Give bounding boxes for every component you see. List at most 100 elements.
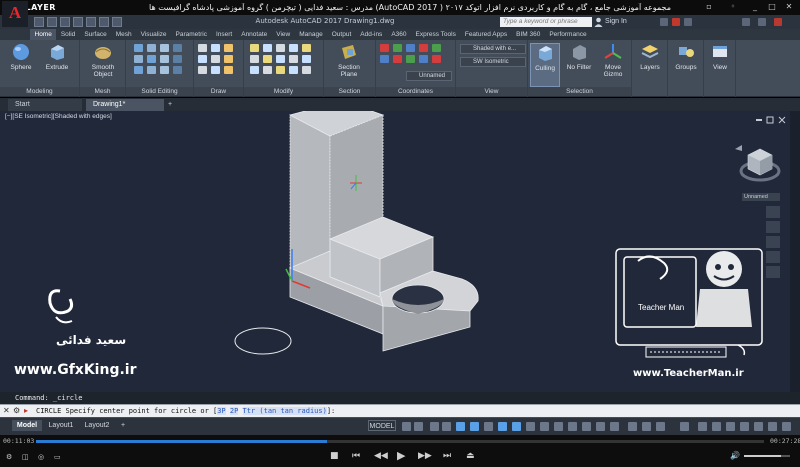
application-menu-button[interactable]: A [2, 1, 28, 27]
customize-icon[interactable]: ⚙ [13, 406, 20, 415]
tab-view[interactable]: View [272, 29, 295, 40]
ucs-x-icon[interactable] [419, 44, 428, 52]
ucs-face-icon[interactable] [432, 55, 441, 63]
interfere-icon[interactable] [134, 55, 143, 63]
vr-icon[interactable]: ◎ [38, 453, 44, 461]
section-plane-button[interactable]: Section Plane [334, 43, 364, 78]
settings-icon[interactable]: ⚙ [6, 453, 12, 461]
ucs-origin-icon[interactable] [406, 44, 415, 52]
tab-bim-360[interactable]: BIM 360 [512, 29, 545, 40]
forward-icon[interactable]: ▶▶ [418, 451, 432, 461]
skin-icon[interactable]: ◦ [728, 2, 738, 12]
stretch-icon[interactable] [250, 66, 259, 74]
dynamic-input-icon[interactable] [442, 422, 451, 431]
stop-icon[interactable]: ■ [330, 451, 339, 461]
copy-icon[interactable] [250, 55, 259, 63]
stay-connected-icon[interactable] [672, 18, 680, 26]
gizmo-icon[interactable] [568, 422, 577, 431]
maximize-icon[interactable]: □ [767, 2, 777, 12]
tab-insert[interactable]: Insert [211, 29, 236, 40]
pan-icon[interactable] [766, 221, 780, 233]
full-navigation-wheel-icon[interactable] [766, 206, 780, 218]
isometric-drafting-icon[interactable] [484, 422, 493, 431]
imprint-icon[interactable] [147, 66, 156, 74]
close-command-line-icon[interactable]: ✕ [3, 406, 10, 415]
layout-tab-layout2[interactable]: Layout2 [80, 420, 114, 431]
rotate-icon[interactable] [263, 44, 272, 52]
separate-icon[interactable] [134, 66, 143, 74]
open-file-icon[interactable]: ⏏ [466, 451, 475, 461]
arc-icon[interactable] [198, 55, 207, 63]
previous-icon[interactable]: ⏮ [352, 451, 360, 461]
selection-cycling-icon[interactable] [610, 422, 619, 431]
ucs-y-icon[interactable] [432, 44, 441, 52]
panel-label-coordinates[interactable]: Coordinates [376, 87, 455, 96]
customization-icon[interactable] [782, 422, 791, 431]
tab-add-ins[interactable]: Add-ins [356, 29, 387, 40]
ortho-icon[interactable] [456, 422, 465, 431]
undo-icon[interactable] [99, 17, 109, 27]
open-icon[interactable] [47, 17, 57, 27]
tab-solid[interactable]: Solid [56, 29, 79, 40]
minimize-icon[interactable]: _ [750, 2, 760, 12]
pin-icon[interactable]: ▫ [704, 2, 714, 12]
object-snap-icon[interactable] [512, 422, 521, 431]
zoom-icon[interactable] [766, 236, 780, 248]
tab-output[interactable]: Output [327, 29, 356, 40]
orbit-icon[interactable] [766, 251, 780, 263]
circle-object[interactable] [234, 327, 292, 355]
add-layout-icon[interactable]: + [118, 420, 128, 431]
sphere-button[interactable]: Sphere [6, 43, 36, 71]
save-icon[interactable] [60, 17, 70, 27]
selection-filtering-icon[interactable] [554, 422, 563, 431]
tab-annotate[interactable]: Annotate [237, 29, 272, 40]
window-restore-icon[interactable] [758, 18, 766, 26]
graphics-performance-icon[interactable] [768, 422, 777, 431]
plot-icon[interactable] [86, 17, 96, 27]
save-as-icon[interactable] [73, 17, 83, 27]
showmotion-icon[interactable] [766, 266, 780, 278]
panel-label-draw[interactable]: Draw [194, 87, 243, 96]
quick-properties-icon[interactable] [726, 422, 735, 431]
panel-label-view[interactable]: View [456, 87, 527, 96]
offset-edges-icon[interactable] [160, 66, 169, 74]
tab-express-tools[interactable]: Express Tools [411, 29, 460, 40]
scale-icon[interactable] [263, 66, 272, 74]
tab-start[interactable]: Start [8, 99, 82, 111]
drawing-viewport[interactable]: [−][SE Isometric][Shaded with edges] Unn… [0, 111, 790, 392]
vertical-scrollbar[interactable] [790, 111, 800, 392]
ucs-world-icon[interactable] [393, 44, 402, 52]
union-icon[interactable] [134, 44, 143, 52]
extract-edges-icon[interactable] [147, 55, 156, 63]
ucs-dropdown[interactable]: Unnamed [406, 71, 452, 81]
viewport-close-icon[interactable] [778, 116, 786, 124]
layout-tab-model[interactable]: Model [12, 420, 42, 431]
redo-icon[interactable] [112, 17, 122, 27]
panel-label-selection[interactable]: Selection [528, 87, 631, 96]
new-icon[interactable] [34, 17, 44, 27]
break-icon[interactable] [302, 66, 311, 74]
erase-icon[interactable] [289, 44, 298, 52]
viewport-minimize-icon[interactable] [756, 119, 762, 121]
volume-icon[interactable]: 🔊 [730, 451, 740, 460]
lock-ui-icon[interactable] [740, 422, 749, 431]
sign-in-button[interactable]: Sign In [605, 18, 627, 25]
play-icon[interactable]: ▶ [397, 449, 405, 462]
shell-icon[interactable] [173, 55, 182, 63]
tab-home[interactable]: Home [30, 29, 57, 40]
extrude-button[interactable]: Extrude [42, 43, 72, 71]
new-tab-icon[interactable]: + [165, 99, 172, 111]
move-gizmo-button[interactable]: Move Gizmo [598, 43, 628, 78]
ucs-z-icon[interactable] [380, 55, 389, 63]
rewind-icon[interactable]: ◀◀ [374, 451, 388, 461]
ucs-object-icon[interactable] [419, 55, 428, 63]
snap-icon[interactable] [414, 422, 423, 431]
visual-style-dropdown[interactable]: Shaded with e... [460, 44, 526, 54]
taper-faces-icon[interactable] [173, 66, 182, 74]
circle-icon[interactable] [224, 44, 233, 52]
panel-label-section[interactable]: Section [324, 87, 375, 96]
no-filter-button[interactable]: No Filter [564, 43, 594, 71]
viewcube-ucs-dropdown[interactable]: Unnamed [742, 193, 780, 201]
tab-featured-apps[interactable]: Featured Apps [460, 29, 511, 40]
polar-tracking-icon[interactable] [470, 422, 479, 431]
